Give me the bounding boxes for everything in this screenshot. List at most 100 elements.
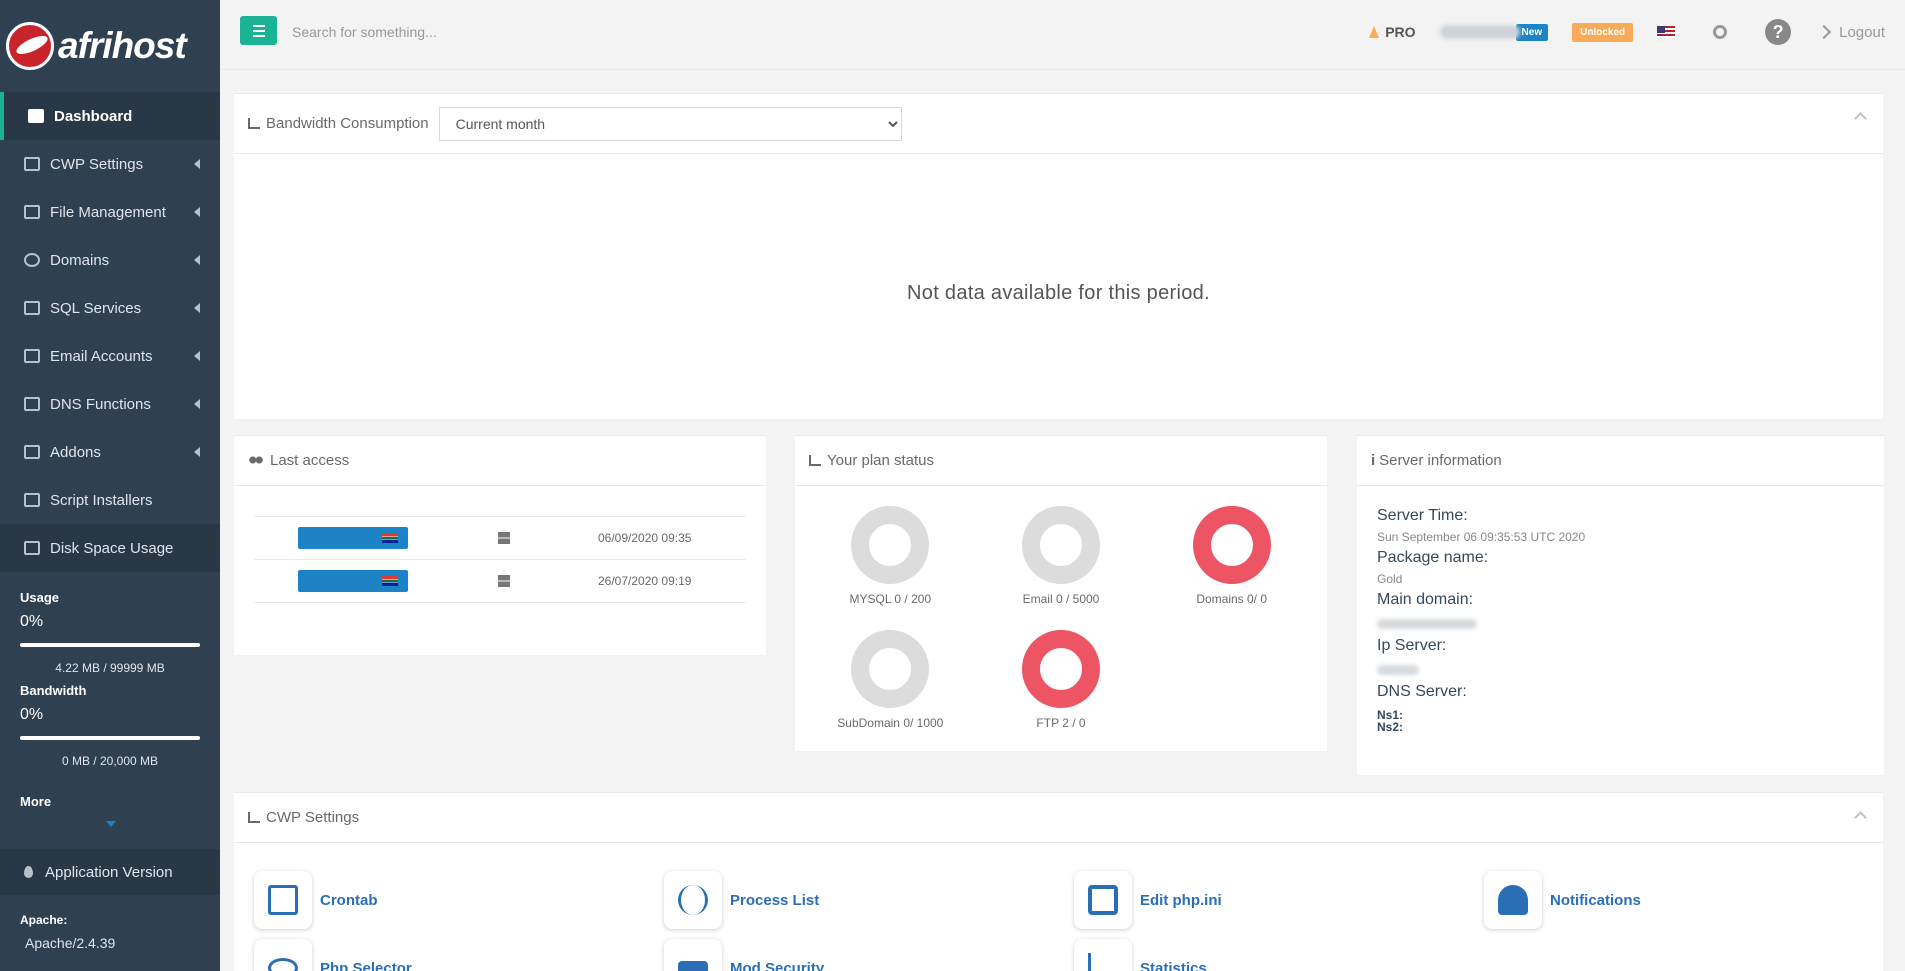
lock-icon (664, 939, 722, 971)
bandwidth-panel-title: Bandwidth Consumption (266, 115, 429, 132)
bandwidth-panel: Bandwidth Consumption Current month Not … (234, 93, 1883, 419)
sidebar-item-dns-functions[interactable]: DNS Functions (0, 380, 220, 428)
brand-logo[interactable]: afrihost (0, 0, 220, 92)
chevron-left-icon (194, 255, 200, 265)
tile-process-list[interactable]: Process List (664, 871, 1074, 929)
edit-icon (24, 205, 40, 219)
cwp-settings-panel: CWP Settings Crontab Process List Edit p… (234, 792, 1883, 971)
bandwidth-label: Bandwidth (20, 683, 87, 698)
usage-summary: Usage 0% 4.22 MB / 99999 MB Bandwidth 0%… (0, 572, 220, 827)
tile-edit-php-ini[interactable]: Edit php.ini (1074, 871, 1484, 929)
sidebar-item-disk-space-usage[interactable]: Disk Space Usage (0, 524, 220, 572)
sign-out-icon (1817, 24, 1832, 40)
bank-icon (24, 445, 40, 459)
ip-address-button[interactable] (298, 570, 408, 592)
sidebar-item-email-accounts[interactable]: Email Accounts (0, 332, 220, 380)
tile-php-selector[interactable]: Php Selector (254, 939, 664, 971)
sidebar-item-label: Dashboard (54, 107, 133, 125)
plan-status-header: Your plan status (795, 436, 1327, 486)
sidebar-item-label: Domains (50, 251, 110, 269)
server-time-label: Server Time: (1377, 507, 1468, 524)
chevron-left-icon (194, 399, 200, 409)
new-badge[interactable]: New (1515, 23, 1549, 41)
bandwidth-percent: 0% (20, 706, 44, 723)
hamburger-icon-line (252, 34, 265, 37)
plan-status-panel: Your plan status MYSQL 0 / 200 Email 0 /… (795, 435, 1327, 751)
afrihost-logo-icon (6, 22, 54, 70)
apache-label: Apache: (20, 913, 68, 927)
ns1-label: Ns1: (1377, 708, 1404, 722)
us-flag-icon[interactable] (1657, 26, 1676, 38)
sidebar-item-cwp-settings[interactable]: CWP Settings (0, 140, 220, 188)
domains-donut (1192, 506, 1271, 584)
database-icon (24, 301, 40, 315)
ip-address-button[interactable] (298, 527, 408, 549)
sidebar-item-file-management[interactable]: File Management (0, 188, 220, 236)
users-icon (248, 455, 264, 466)
bar-chart-icon (24, 157, 40, 171)
desktop-icon (24, 493, 40, 507)
chevron-left-icon (194, 351, 200, 361)
sidebar-item-label: Email Accounts (50, 347, 153, 365)
cwp-settings-tiles: Crontab Process List Edit php.ini Notifi… (234, 843, 1883, 971)
line-chart-icon (809, 455, 821, 466)
edit-icon (1074, 871, 1132, 929)
envelope-icon (24, 349, 40, 363)
hamburger-icon-line (252, 29, 265, 32)
bar-chart-icon (248, 118, 260, 129)
help-icon[interactable]: ? (1765, 19, 1792, 45)
menu-toggle-button[interactable] (240, 16, 277, 45)
sidebar-item-label: Disk Space Usage (50, 539, 174, 557)
brand-name: afrihost (58, 25, 187, 66)
sidebar-item-addons[interactable]: Addons (0, 428, 220, 476)
tile-label: Mod Security (730, 959, 825, 971)
pro-label: PRO (1385, 24, 1416, 40)
dashboard-icon (28, 109, 44, 123)
gear-icon[interactable] (1713, 25, 1728, 39)
process-list-icon (664, 871, 722, 929)
sidebar-item-script-installers[interactable]: Script Installers (0, 476, 220, 524)
logout-label: Logout (1839, 23, 1885, 41)
bandwidth-panel-header: Bandwidth Consumption Current month (234, 94, 1883, 154)
tile-statistics[interactable]: Statistics (1074, 939, 1484, 971)
collapse-icon[interactable] (1854, 112, 1867, 125)
tile-crontab[interactable]: Crontab (254, 871, 664, 929)
tile-notifications[interactable]: Notifications (1484, 871, 1894, 929)
sidebar-item-domains[interactable]: Domains (0, 236, 220, 284)
plan-item-label: SubDomain 0/ 1000 (837, 716, 944, 730)
logout-button[interactable]: Logout (1817, 23, 1885, 41)
top-navbar: PRO New Unlocked ? Logout (220, 0, 1905, 70)
package-value: Gold (1377, 572, 1403, 586)
table-row: 26/07/2020 09:19 (254, 560, 746, 603)
username[interactable] (1439, 25, 1520, 39)
period-select[interactable]: Current month (438, 106, 902, 141)
cone-icon (1369, 26, 1380, 38)
plan-item-label: MYSQL 0 / 200 (849, 592, 932, 606)
application-version-label: Application Version (45, 863, 173, 881)
plan-item-label: FTP 2 / 0 (1036, 716, 1086, 730)
unlocked-badge[interactable]: Unlocked (1572, 22, 1634, 42)
sidebar-item-sql-services[interactable]: SQL Services (0, 284, 220, 332)
application-version[interactable]: Application Version (0, 849, 220, 895)
collapse-icon[interactable] (1854, 811, 1867, 824)
usage-label: Usage (20, 590, 60, 605)
search-input[interactable] (292, 20, 692, 44)
list-icon (24, 541, 40, 555)
tile-label: Statistics (1140, 959, 1207, 971)
statistics-icon (1074, 939, 1132, 971)
server-time-value: Sun September 06 09:35:53 UTC 2020 (1377, 530, 1586, 544)
email-donut (1021, 506, 1100, 584)
dns-server-label: DNS Server: (1377, 683, 1467, 700)
pro-link[interactable]: PRO (1369, 24, 1416, 40)
sidebar-item-dashboard[interactable]: Dashboard (0, 92, 220, 140)
sidebar: afrihost Dashboard CWP Settings File Man… (0, 0, 220, 971)
tile-label: Process List (730, 891, 820, 909)
tile-mod-security[interactable]: Mod Security (664, 939, 1074, 971)
server-info-panel: i Server information Server Time: Sun Se… (1357, 435, 1884, 775)
access-date: 26/07/2020 09:19 (598, 574, 692, 588)
chevron-down-icon[interactable] (106, 821, 116, 827)
bandwidth-progress-bar (20, 736, 200, 740)
ns2-label: Ns2: (1377, 720, 1404, 734)
table-row: 06/09/2020 09:35 (254, 517, 746, 560)
plan-item-ftp: FTP 2 / 0 (976, 630, 1147, 730)
